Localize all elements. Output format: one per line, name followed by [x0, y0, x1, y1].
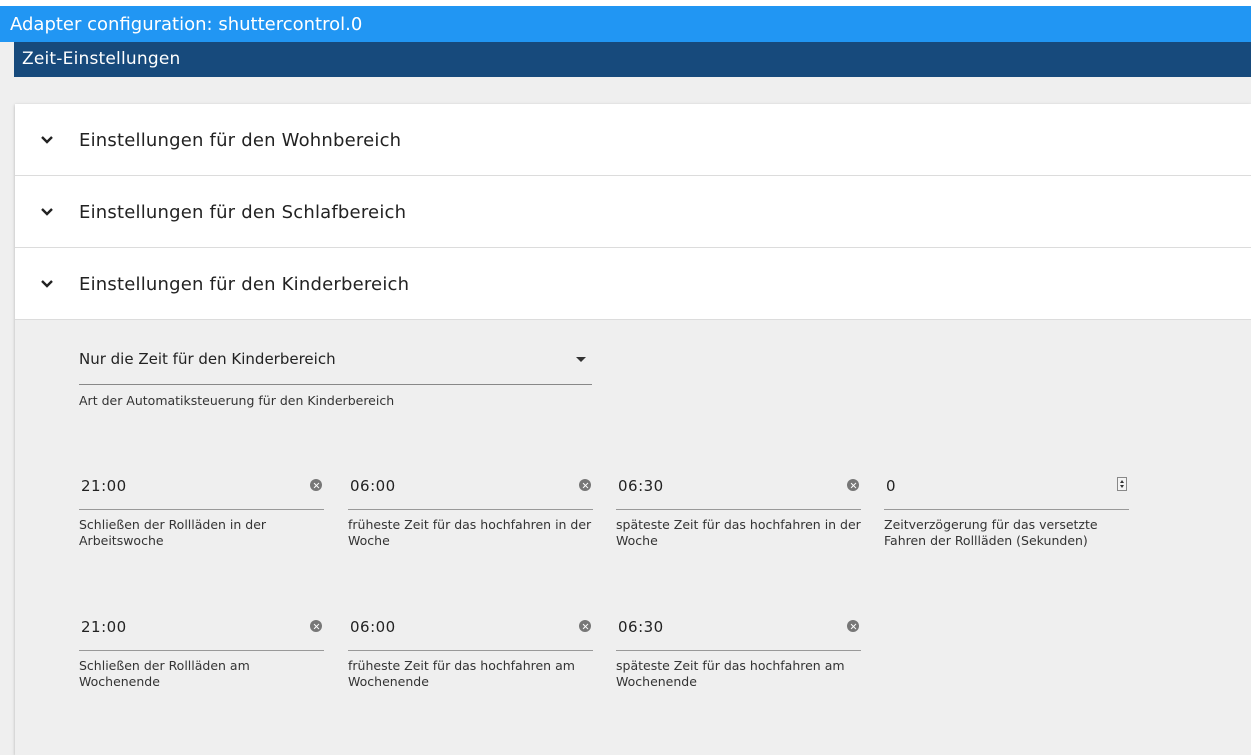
latest-up-weekend-field: 06:30 späteste Zeit für das hochfahren a…: [616, 606, 861, 690]
close-time-weekday-field: 21:00 Schließen der Rollläden in der Arb…: [79, 465, 324, 549]
accordion-kinderbereich[interactable]: Einstellungen für den Kinderbereich: [15, 248, 1251, 320]
accordion-label: Einstellungen für den Wohnbereich: [79, 130, 402, 151]
spinner-down-icon[interactable]: [1120, 485, 1124, 488]
input-value: 06:00: [350, 618, 396, 636]
accordion-wohnbereich[interactable]: Einstellungen für den Wohnbereich: [15, 104, 1251, 176]
field-helper-text: Zeitverzögerung für das versetzte Fahren…: [884, 517, 1098, 548]
field-helper-text: späteste Zeit für das hochfahren am Woch…: [616, 658, 845, 689]
field-helper-text: Schließen der Rollläden in der Arbeitswo…: [79, 517, 267, 548]
clear-icon[interactable]: [310, 620, 322, 632]
delay-seconds-field: 0 Zeitverzögerung für das versetzte Fahr…: [884, 465, 1129, 549]
kinderbereich-content: Nur die Zeit für den Kinderbereich Art d…: [15, 320, 1251, 750]
close-time-weekend-field: 21:00 Schließen der Rollläden am Wochene…: [79, 606, 324, 690]
earliest-up-weekend-input[interactable]: 06:00: [348, 606, 593, 651]
input-value: 21:00: [81, 618, 127, 636]
close-time-weekend-input[interactable]: 21:00: [79, 606, 324, 651]
field-helper-text: früheste Zeit für das hochfahren am Woch…: [348, 658, 575, 689]
clear-icon[interactable]: [579, 479, 591, 491]
latest-up-weekday-input[interactable]: 06:30: [616, 465, 861, 510]
input-value: 21:00: [81, 477, 127, 495]
field-helper-text: früheste Zeit für das hochfahren in der …: [348, 517, 592, 548]
close-time-weekday-input[interactable]: 21:00: [79, 465, 324, 510]
clear-icon[interactable]: [847, 620, 859, 632]
earliest-up-weekday-field: 06:00 früheste Zeit für das hochfahren i…: [348, 465, 593, 549]
settings-panel: Einstellungen für den Wohnbereich Einste…: [15, 104, 1251, 755]
accordion-label: Einstellungen für den Schlafbereich: [79, 202, 407, 223]
field-helper-text: späteste Zeit für das hochfahren in der …: [616, 517, 861, 548]
delay-seconds-input[interactable]: 0: [884, 465, 1129, 510]
accordion-schlafbereich[interactable]: Einstellungen für den Schlafbereich: [15, 176, 1251, 248]
select-helper-text: Art der Automatiksteuerung für den Kinde…: [79, 393, 395, 408]
automation-mode-select[interactable]: Nur die Zeit für den Kinderbereich: [79, 340, 592, 385]
accordion-label: Einstellungen für den Kinderbereich: [79, 274, 410, 295]
number-spinner-icon[interactable]: [1117, 477, 1127, 491]
field-helper-text: Schließen der Rollläden am Wochenende: [79, 658, 250, 689]
spinner-up-icon[interactable]: [1120, 480, 1124, 483]
chevron-down-icon: [41, 280, 53, 288]
chevron-down-icon: [41, 208, 53, 216]
input-value: 06:00: [350, 477, 396, 495]
clear-icon[interactable]: [579, 620, 591, 632]
chevron-down-icon: [41, 136, 53, 144]
clear-icon[interactable]: [847, 479, 859, 491]
window-title: Adapter configuration: shuttercontrol.0: [0, 6, 1251, 42]
latest-up-weekend-input[interactable]: 06:30: [616, 606, 861, 651]
input-value: 06:30: [618, 477, 664, 495]
clear-icon[interactable]: [310, 479, 322, 491]
input-value: 06:30: [618, 618, 664, 636]
dropdown-arrow-icon: [576, 357, 586, 362]
tab-zeit-einstellungen[interactable]: Zeit-Einstellungen: [14, 42, 1251, 77]
earliest-up-weekend-field: 06:00 früheste Zeit für das hochfahren a…: [348, 606, 593, 690]
select-value: Nur die Zeit für den Kinderbereich: [79, 350, 336, 368]
input-value: 0: [886, 477, 897, 495]
latest-up-weekday-field: 06:30 späteste Zeit für das hochfahren i…: [616, 465, 861, 549]
earliest-up-weekday-input[interactable]: 06:00: [348, 465, 593, 510]
